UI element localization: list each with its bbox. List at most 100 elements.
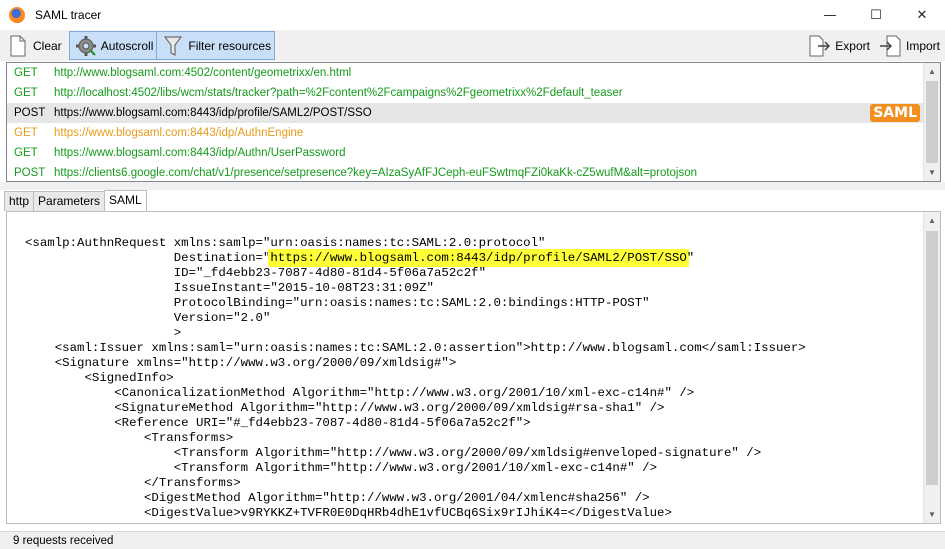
- xml-text: <samlp:AuthnRequest xmlns:samlp="urn:oas…: [25, 236, 546, 250]
- request-row[interactable]: GET http://www.blogsaml.com:4502/content/…: [7, 63, 940, 83]
- request-row[interactable]: GET https://www.blogsaml.com:8443/idp/Aut…: [7, 143, 940, 163]
- request-url: http://localhost:4502/libs/wcm/stats/tra…: [54, 87, 623, 99]
- saml-xml: <samlp:AuthnRequest xmlns:samlp="urn:oas…: [25, 236, 806, 521]
- request-url: https://clients6.google.com/chat/v1/pres…: [54, 167, 698, 179]
- request-method: GET: [14, 127, 38, 139]
- saml-badge: SAML: [870, 104, 920, 122]
- gear-icon: [74, 34, 98, 58]
- window-title: SAML tracer: [35, 8, 102, 22]
- funnel-icon: [161, 34, 185, 58]
- scroll-down-icon[interactable]: ▼: [924, 164, 940, 181]
- request-row[interactable]: POST https://www.blogsaml.com:8443/idp/pr…: [7, 103, 940, 123]
- request-method: GET: [14, 67, 38, 79]
- blank-page-icon: [6, 34, 30, 58]
- content-scrollbar[interactable]: ▲ ▼: [923, 212, 940, 523]
- xml-text: <Transform Algorithm="http://www.w3.org/…: [25, 461, 658, 475]
- export-button[interactable]: Export: [804, 31, 873, 60]
- xml-text: ": [686, 251, 695, 265]
- xml-line: IssueInstant="2015-10-08T23:31:09Z": [25, 281, 806, 296]
- xml-text: <Reference URI="#_fd4ebb23-7087-4d80-81d…: [25, 416, 531, 430]
- tab-http[interactable]: http: [4, 191, 35, 211]
- scroll-down-icon[interactable]: ▼: [924, 506, 940, 523]
- xml-text: Version="2.0": [25, 311, 271, 325]
- xml-line: <Reference URI="#_fd4ebb23-7087-4d80-81d…: [25, 416, 806, 431]
- splitter[interactable]: [0, 182, 945, 190]
- xml-line: <DigestValue>v9RYKKZ+TVFR0E0DqHRb4dhE1vf…: [25, 506, 806, 521]
- xml-line: <CanonicalizationMethod Algorithm="http:…: [25, 386, 806, 401]
- xml-line: ID="_fd4ebb23-7087-4d80-81d4-5f06a7a52c2…: [25, 266, 806, 281]
- close-button[interactable]: ✕: [899, 0, 945, 30]
- request-method: GET: [14, 87, 38, 99]
- request-url: https://www.blogsaml.com:8443/idp/Authn/…: [54, 147, 346, 159]
- xml-text: <DigestValue>v9RYKKZ+TVFR0E0DqHRb4dhE1vf…: [25, 506, 672, 520]
- xml-text: <Signature xmlns="http://www.w3.org/2000…: [25, 356, 457, 370]
- xml-line: >: [25, 326, 806, 341]
- xml-text: Destination=": [25, 251, 271, 265]
- xml-line: <Transform Algorithm="http://www.w3.org/…: [25, 461, 806, 476]
- xml-line: <Transforms>: [25, 431, 806, 446]
- clear-button[interactable]: Clear: [2, 31, 65, 60]
- xml-text: IssueInstant="2015-10-08T23:31:09Z": [25, 281, 434, 295]
- xml-text: <CanonicalizationMethod Algorithm="http:…: [25, 386, 695, 400]
- autoscroll-label: Autoscroll: [100, 38, 154, 53]
- toolbar-right: Export Import: [804, 30, 943, 61]
- request-method: POST: [14, 107, 46, 119]
- xml-text: </Transforms>: [25, 476, 241, 490]
- xml-text: <DigestMethod Algorithm="http://www.w3.o…: [25, 491, 650, 505]
- scroll-up-icon[interactable]: ▲: [924, 212, 940, 229]
- xml-line: <Signature xmlns="http://www.w3.org/2000…: [25, 356, 806, 371]
- xml-line: </Transforms>: [25, 476, 806, 491]
- highlighted-destination: https://www.blogsaml.com:8443/idp/profil…: [270, 251, 687, 265]
- tab-parameters[interactable]: Parameters: [33, 191, 106, 211]
- request-url: https://www.blogsaml.com:8443/idp/profil…: [54, 107, 372, 119]
- tab-saml[interactable]: SAML: [104, 190, 147, 211]
- scrollbar-thumb[interactable]: [926, 81, 938, 163]
- saml-content-pane: <samlp:AuthnRequest xmlns:samlp="urn:oas…: [6, 211, 941, 524]
- xml-text: >: [25, 326, 182, 340]
- xml-text: <SignatureMethod Algorithm="http://www.w…: [25, 401, 665, 415]
- title-bar: SAML tracer — ☐ ✕: [0, 0, 945, 30]
- filter-resources-label: Filter resources: [188, 38, 272, 53]
- xml-text: <Transform Algorithm="http://www.w3.org/…: [25, 446, 762, 460]
- xml-line: <SignatureMethod Algorithm="http://www.w…: [25, 401, 806, 416]
- filter-resources-button[interactable]: Filter resources: [156, 31, 276, 60]
- request-method: GET: [14, 147, 38, 159]
- request-row[interactable]: GET https://www.blogsaml.com:8443/idp/Aut…: [7, 123, 940, 143]
- xml-text: ProtocolBinding="urn:oasis:names:tc:SAML…: [25, 296, 650, 310]
- import-label: Import: [905, 38, 940, 53]
- request-list: GET http://www.blogsaml.com:4502/content/…: [6, 62, 941, 182]
- clear-label: Clear: [33, 38, 62, 53]
- xml-line: <SignedInfo>: [25, 371, 806, 386]
- firefox-icon: [9, 7, 25, 23]
- export-icon: [808, 34, 832, 58]
- toolbar: Clear Autoscroll Filter resources Export…: [0, 30, 945, 61]
- minimize-button[interactable]: —: [807, 0, 853, 30]
- xml-text: <SignedInfo>: [25, 371, 174, 385]
- export-label: Export: [835, 38, 870, 53]
- scroll-up-icon[interactable]: ▲: [924, 63, 940, 80]
- request-list-scrollbar[interactable]: ▲ ▼: [923, 63, 940, 181]
- xml-line: ProtocolBinding="urn:oasis:names:tc:SAML…: [25, 296, 806, 311]
- window-controls: — ☐ ✕: [807, 0, 945, 30]
- scrollbar-thumb[interactable]: [926, 231, 938, 485]
- request-row[interactable]: GET http://localhost:4502/libs/wcm/stats/…: [7, 83, 940, 103]
- status-bar: 9 requests received: [0, 531, 945, 549]
- autoscroll-button[interactable]: Autoscroll: [68, 31, 158, 60]
- import-icon: [879, 34, 903, 58]
- xml-line: Destination="https://www.blogsaml.com:84…: [25, 251, 806, 266]
- request-url: https://www.blogsaml.com:8443/idp/AuthnE…: [54, 127, 304, 139]
- request-url: http://www.blogsaml.com:4502/content/geo…: [54, 67, 352, 79]
- xml-line: <samlp:AuthnRequest xmlns:samlp="urn:oas…: [25, 236, 806, 251]
- maximize-button[interactable]: ☐: [853, 0, 899, 30]
- xml-line: <Transform Algorithm="http://www.w3.org/…: [25, 446, 806, 461]
- request-method: POST: [14, 167, 46, 179]
- xml-text: <saml:Issuer xmlns:saml="urn:oasis:names…: [25, 341, 806, 355]
- xml-line: Version="2.0": [25, 311, 806, 326]
- xml-line: <saml:Issuer xmlns:saml="urn:oasis:names…: [25, 341, 806, 356]
- xml-text: ID="_fd4ebb23-7087-4d80-81d4-5f06a7a52c2…: [25, 266, 487, 280]
- xml-text: <Transforms>: [25, 431, 234, 445]
- request-row[interactable]: POST https://clients6.google.com/chat/v1/…: [7, 163, 940, 181]
- import-button[interactable]: Import: [875, 31, 943, 60]
- detail-tabs: http Parameters SAML: [4, 190, 147, 211]
- xml-line: <DigestMethod Algorithm="http://www.w3.o…: [25, 491, 806, 506]
